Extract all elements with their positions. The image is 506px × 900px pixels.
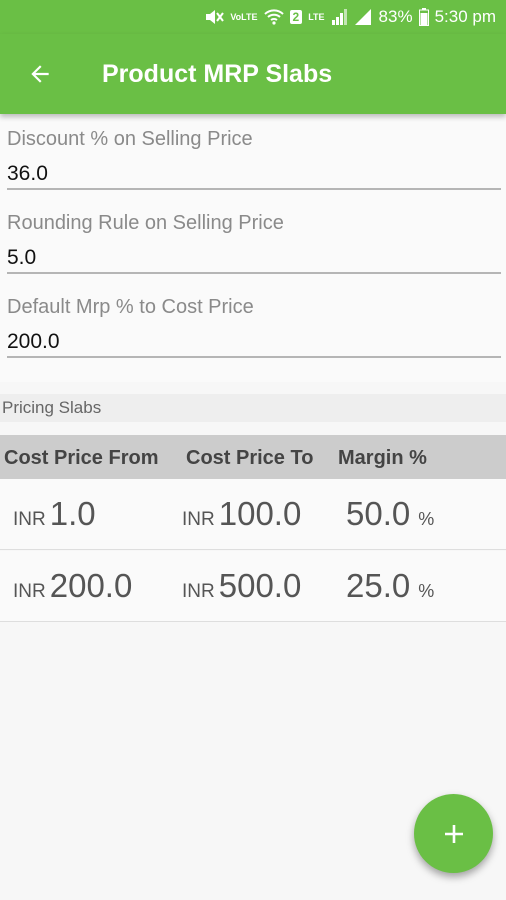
margin-cell: 25.0 %	[346, 567, 434, 605]
cost-from-value: 1.0	[49, 495, 96, 532]
lte-label: LTE	[308, 11, 325, 22]
col-cost-from: Cost Price From	[4, 447, 159, 469]
table-row[interactable]: INR 200.0 INR 500.0 25.0 %	[0, 551, 506, 622]
margin-value: 25.0	[346, 567, 411, 604]
clock: 5:30 pm	[434, 7, 496, 26]
cost-to-value: 500.0	[218, 567, 302, 604]
cost-from-value: 200.0	[49, 567, 133, 604]
default-mrp-label: Default Mrp % to Cost Price	[7, 296, 254, 318]
battery-icon	[418, 8, 429, 26]
margin-value: 50.0	[346, 495, 411, 532]
currency-label: INR	[182, 509, 215, 530]
plus-icon	[444, 824, 463, 843]
wifi-icon	[263, 9, 284, 25]
col-cost-to: Cost Price To	[186, 447, 314, 469]
cost-to-cell: INR 100.0	[182, 495, 301, 533]
slabs-table-header: Cost Price From Cost Price To Margin %	[0, 435, 506, 479]
add-slab-button[interactable]	[414, 794, 493, 873]
sim-badge: 2	[289, 10, 303, 24]
battery-percent: 83%	[378, 7, 413, 26]
cost-to-value: 100.0	[218, 495, 302, 532]
discount-field: Discount % on Selling Price 36.0	[7, 128, 501, 190]
volte-label: VoLTE	[230, 11, 258, 22]
default-mrp-field: Default Mrp % to Cost Price 200.0	[7, 296, 501, 358]
percent-symbol: %	[418, 581, 435, 601]
currency-label: INR	[182, 581, 215, 602]
signal-icon-2	[354, 9, 373, 25]
cost-to-cell: INR 500.0	[182, 567, 301, 605]
rounding-field: Rounding Rule on Selling Price 5.0	[7, 212, 501, 274]
margin-cell: 50.0 %	[346, 495, 434, 533]
settings-form: Discount % on Selling Price 36.0 Roundin…	[0, 114, 506, 382]
arrow-left-icon	[31, 65, 49, 83]
default-mrp-input[interactable]: 200.0	[7, 324, 501, 358]
percent-symbol: %	[418, 509, 435, 529]
discount-label: Discount % on Selling Price	[7, 128, 253, 150]
pricing-slabs-heading: Pricing Slabs	[0, 394, 506, 422]
table-row[interactable]: INR 1.0 INR 100.0 50.0 %	[0, 479, 506, 550]
signal-icon	[331, 9, 349, 25]
mute-icon	[204, 8, 225, 26]
rounding-label: Rounding Rule on Selling Price	[7, 212, 284, 234]
page-title: Product MRP Slabs	[102, 59, 333, 88]
cost-from-cell: INR 200.0	[13, 567, 132, 605]
cost-from-cell: INR 1.0	[13, 495, 96, 533]
col-margin: Margin %	[338, 447, 427, 469]
rounding-input[interactable]: 5.0	[7, 240, 501, 274]
back-button[interactable]	[0, 34, 80, 114]
currency-label: INR	[13, 509, 46, 530]
currency-label: INR	[13, 581, 46, 602]
app-bar: Product MRP Slabs	[0, 34, 506, 114]
discount-input[interactable]: 36.0	[7, 156, 501, 190]
status-bar: VoLTE 2 LTE 83% 5:30 pm	[0, 0, 506, 34]
